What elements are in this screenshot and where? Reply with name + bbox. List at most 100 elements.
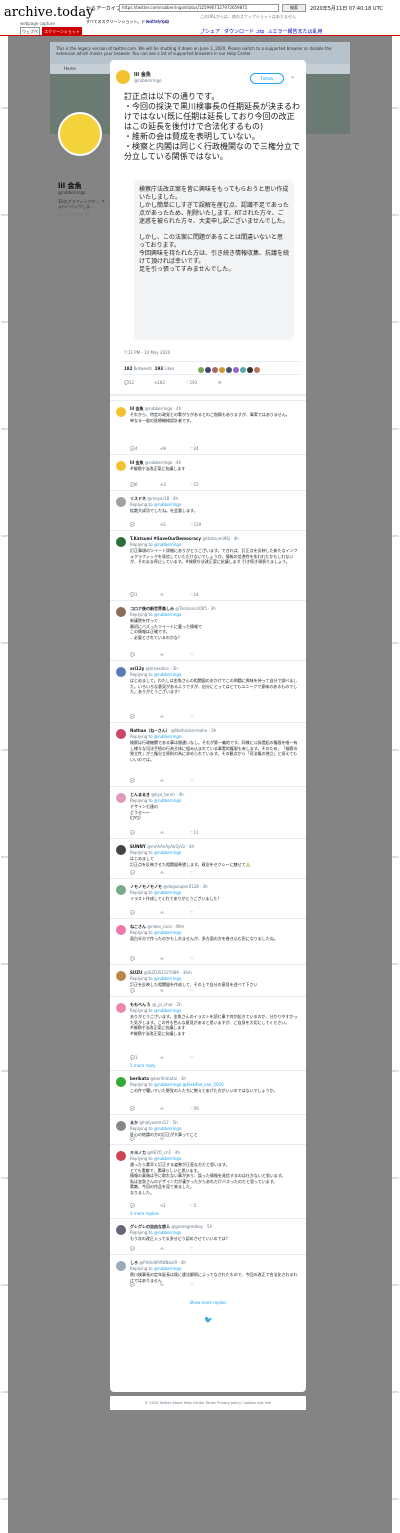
- reply-action[interactable]: 💬: [130, 1136, 135, 1141]
- retweet-action[interactable]: ⟲: [160, 1282, 163, 1287]
- like-action[interactable]: ♡ 59: [190, 1106, 199, 1111]
- like-action[interactable]: ♡: [190, 1246, 194, 1251]
- retweet-action[interactable]: ⟲ 3: [160, 482, 166, 487]
- reply-tweet[interactable]: キヨノカ @KEYO_cn1 · 4h Replying to @rubberri…: [110, 1144, 306, 1218]
- retweet-action[interactable]: ⟲: [160, 956, 163, 961]
- retweet-action[interactable]: ⟲ 182: [154, 380, 165, 385]
- author-name[interactable]: lil 金魚: [130, 460, 144, 465]
- more-replies-link[interactable]: 3 more replies: [130, 1211, 159, 1216]
- chevron-down-icon[interactable]: ⌄: [290, 73, 295, 80]
- reply-action[interactable]: 💬: [130, 1106, 135, 1111]
- like-action[interactable]: ♡ 14: [190, 592, 199, 597]
- avatar[interactable]: [116, 1225, 126, 1235]
- reply-action[interactable]: 💬: [130, 652, 135, 657]
- reply-action[interactable]: 💬: [130, 778, 135, 783]
- reply-tweet[interactable]: とんまるき @kyo_tonm · 4h Replying to @rubberr…: [110, 786, 306, 838]
- reply-tweet[interactable]: ari12y @brsexdice · 3h Replying to @rubbe…: [110, 660, 306, 722]
- author-name[interactable]: ねこさん: [130, 924, 146, 929]
- avatar[interactable]: [116, 537, 126, 547]
- avatar[interactable]: [116, 1077, 126, 1087]
- like-action[interactable]: ♡ 11: [190, 830, 199, 835]
- liker-avatars[interactable]: [198, 365, 261, 379]
- like-action[interactable]: ♡: [190, 1282, 194, 1287]
- url-field[interactable]: https://twitter.com/rubberringo/status/1…: [119, 4, 279, 12]
- reply-tweet[interactable]: T.Katsumi #SaveOurDemocracy @tkatsumi96j…: [110, 530, 306, 600]
- reply-action[interactable]: 💬: [130, 714, 135, 719]
- mention-link[interactable]: @rubberringo: [154, 1156, 182, 1161]
- home-link[interactable]: Home: [64, 66, 76, 71]
- tab-webpage[interactable]: ウェブページ: [20, 27, 40, 42]
- author-name[interactable]: SUNNY: [130, 844, 146, 849]
- avatar[interactable]: [116, 885, 126, 895]
- reply-action[interactable]: 💬 1: [130, 592, 138, 597]
- reply-action[interactable]: 💬 4: [130, 446, 138, 451]
- like-action[interactable]: ♡ 119: [190, 522, 201, 527]
- like-action[interactable]: ♡: [190, 988, 194, 993]
- search-button[interactable]: 検索: [282, 4, 306, 12]
- retweet-action[interactable]: ⟲: [160, 910, 163, 915]
- retweet-action[interactable]: ⟲: [160, 714, 163, 719]
- mention-link[interactable]: @rubberringo: [154, 542, 182, 547]
- mention-link[interactable]: @rubberringo: [154, 850, 182, 855]
- avatar[interactable]: [116, 70, 130, 84]
- reply-action[interactable]: 💬: [130, 522, 135, 527]
- reply-tweet[interactable]: しろ @PiIrtidhRft8Naxl9 · 4h Replying to @r…: [110, 1254, 306, 1290]
- download-link[interactable]: ダウンロード .zip: [224, 28, 264, 35]
- like-action[interactable]: ♡: [190, 714, 194, 719]
- reply-action[interactable]: 💬: [130, 1246, 135, 1251]
- archive-brand[interactable]: archive.today: [4, 5, 93, 20]
- mention-link[interactable]: @rubberringo: [154, 798, 182, 803]
- reply-action[interactable]: 💬: [130, 910, 135, 915]
- avatar[interactable]: [116, 1151, 126, 1161]
- author-name[interactable]: リスドネ: [130, 496, 146, 501]
- reply-tweet[interactable]: lil 金魚 @rubberringo · 4h それから、特定の政党との繋がりが…: [110, 400, 306, 454]
- avatar[interactable]: [116, 607, 126, 617]
- author-name[interactable]: ari12y: [130, 666, 144, 671]
- more-replies-link[interactable]: 1 more reply: [130, 1063, 155, 1068]
- avatar[interactable]: [116, 667, 126, 677]
- reply-tweet[interactable]: SUNNY @mAhAnAyAk5yVz · 4h Replying to @ru…: [110, 838, 306, 878]
- author-name[interactable]: キヨノカ: [130, 1150, 146, 1155]
- author-name[interactable]: berikata: [130, 1076, 149, 1081]
- avatar[interactable]: [116, 497, 126, 507]
- like-action[interactable]: ♡: [190, 1136, 194, 1141]
- reply-tweet[interactable]: るか @halyosemi17 · 5h Replying to @rubberr…: [110, 1114, 306, 1144]
- retweet-action[interactable]: ⟲ 1: [160, 1203, 166, 1208]
- reply-action[interactable]: 💬 52: [124, 380, 134, 385]
- reply-action[interactable]: 💬: [130, 1203, 135, 1208]
- retweet-action[interactable]: ⟲: [160, 988, 163, 993]
- mention-link[interactable]: @rubberringo: [154, 672, 182, 677]
- avatar[interactable]: [116, 1261, 126, 1271]
- profile-name[interactable]: lil 金魚: [58, 182, 108, 190]
- author-name[interactable]: とんまるき: [130, 792, 150, 797]
- retweet-action[interactable]: ⟲ 9: [160, 446, 166, 451]
- author-name[interactable]: T.Katsumi #SaveOurDemocracy: [130, 536, 201, 541]
- retweet-action[interactable]: ⟲: [160, 1246, 163, 1251]
- like-action[interactable]: ♡: [190, 956, 194, 961]
- retweet-action[interactable]: ⟲: [160, 1136, 163, 1141]
- share-link[interactable]: ⤴シェア: [200, 28, 220, 35]
- tweet-timestamp[interactable]: 7:11 PM - 10 May 2020: [124, 350, 170, 355]
- author-name[interactable]: グレグレの自由な旅人: [130, 1224, 170, 1229]
- retweet-action[interactable]: ⟲: [160, 1055, 163, 1060]
- reply-tweet[interactable]: SUZU @SUZUS1127089 · 36m Replying to @rub…: [110, 964, 306, 996]
- avatar[interactable]: [116, 461, 126, 471]
- avatar[interactable]: [116, 407, 126, 417]
- mention-link[interactable]: @rubberringo @hikkifee_san_2020: [154, 1082, 224, 1087]
- like-action[interactable]: ♡: [190, 910, 194, 915]
- retweet-action[interactable]: ⟲: [160, 830, 163, 835]
- retweet-action[interactable]: ⟲: [160, 652, 163, 657]
- author-name[interactable]: lil 金魚: [134, 71, 151, 78]
- reply-tweet[interactable]: リスドネ @meyer18 · 4h Replying to @rubberrin…: [110, 490, 306, 530]
- reply-action[interactable]: 💬 6: [130, 482, 138, 487]
- reply-tweet[interactable]: ももぺん🐧 @_pi_char · 2h Replying to @rubberr…: [110, 996, 306, 1070]
- reply-tweet[interactable]: ノモノモノモノモ @degusuper0128 · 3h Replying to …: [110, 878, 306, 918]
- reply-tweet[interactable]: コロナ後の新世界楽しみ @Tanizono1005 · 3h Replying t…: [110, 600, 306, 660]
- avatar[interactable]: [116, 729, 126, 739]
- author-name[interactable]: lil 金魚: [130, 406, 144, 411]
- reply-action[interactable]: 💬: [130, 830, 135, 835]
- mention-link[interactable]: @rubberringo: [154, 1266, 182, 1271]
- mention-link[interactable]: @rubberringo: [154, 1008, 182, 1013]
- quoted-tweet[interactable]: 検察庁法改正案を皆に興味をもってもらおうと思い作成いたしました。 しかし簡単にし…: [134, 180, 294, 340]
- avatar[interactable]: [116, 971, 126, 981]
